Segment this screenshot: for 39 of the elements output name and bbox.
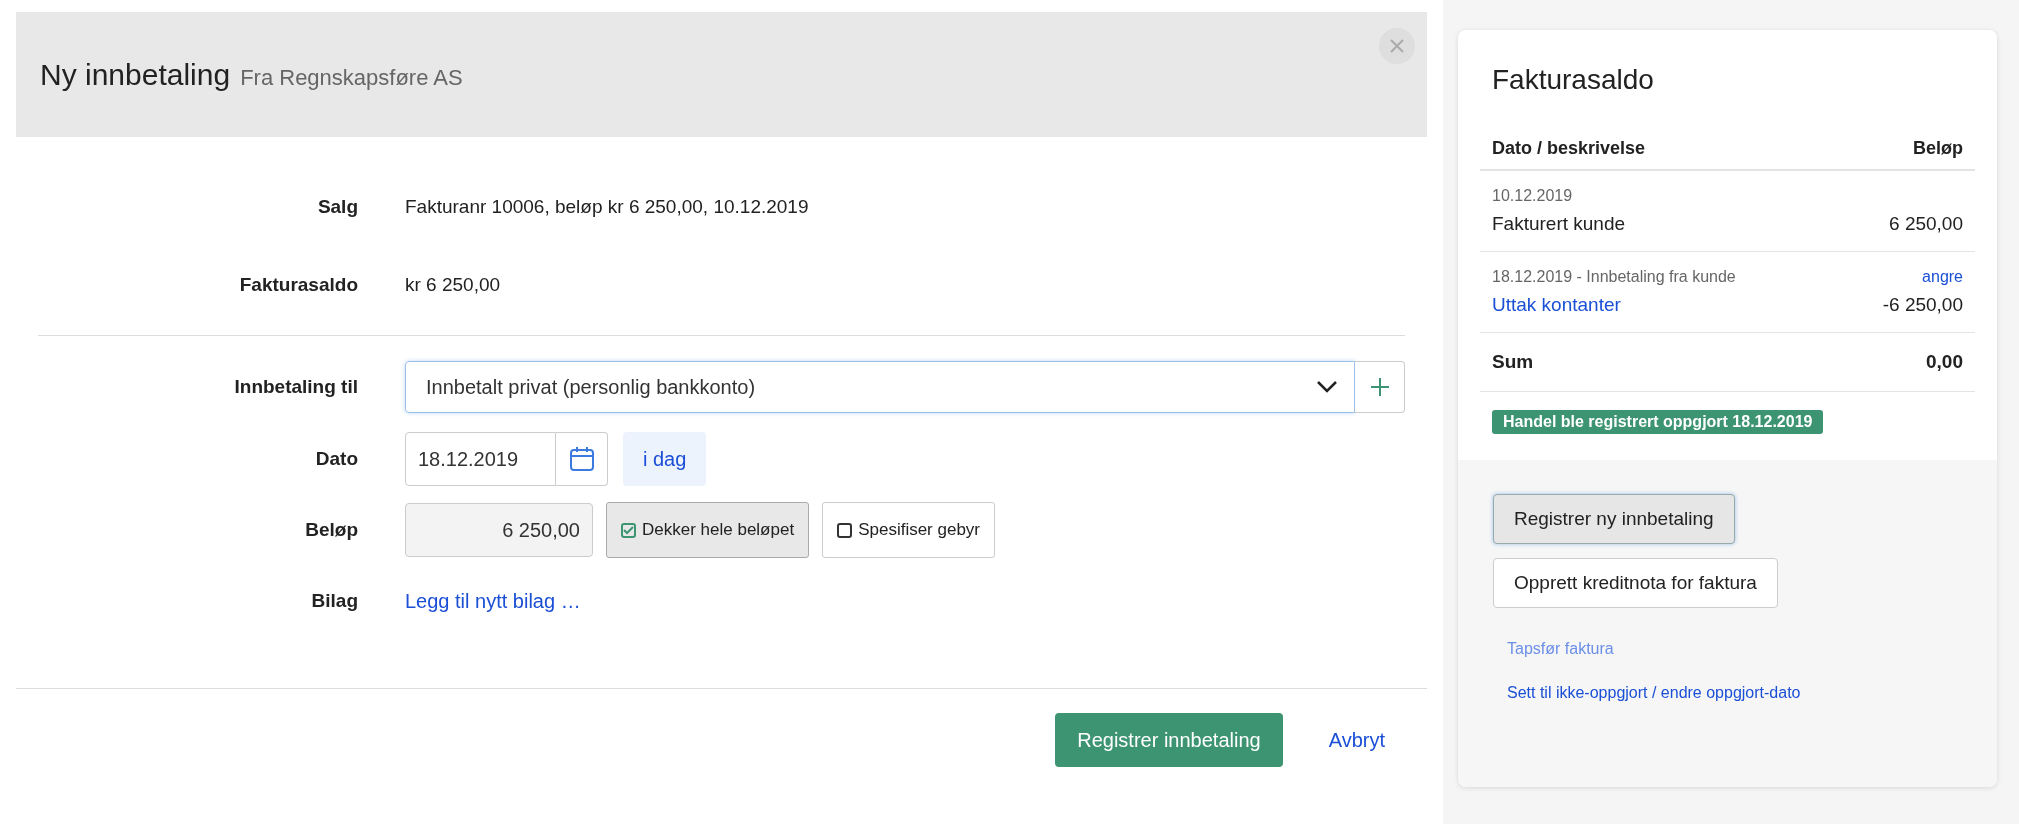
field-value: Fakturanr 10006, beløp kr 6 250,00, 10.12.2019 (405, 196, 810, 218)
field-label: Bilag (310, 590, 358, 612)
add-button[interactable] (1355, 361, 1405, 413)
date-field[interactable]: 18.12.2019 (405, 432, 556, 486)
plus-icon (1369, 377, 1390, 397)
field-label: Salg (316, 196, 358, 218)
entry-description: Fakturert kunde (1492, 213, 1626, 235)
field-label: Beløp (304, 519, 358, 541)
dialog-title: Ny innbetaling (40, 57, 231, 92)
entry-link[interactable]: Uttak kontanter (1492, 294, 1621, 316)
today-button[interactable]: i dag (623, 432, 707, 486)
chevron-down-icon (1316, 380, 1338, 394)
calendar-button[interactable] (556, 432, 608, 486)
cancel-link[interactable]: Avbryt (1328, 728, 1385, 752)
undo-link[interactable]: angre (1922, 268, 1963, 286)
column-header: Dato / beskrivelse (1492, 138, 1646, 159)
entry-amount: 6 250,00 (1889, 213, 1963, 235)
close-icon (1389, 38, 1405, 54)
sum-value: 0,00 (1926, 351, 1963, 373)
entry-meta: 10.12.2019 (1492, 187, 1573, 205)
action-button[interactable]: Registrer ny innbetaling (1493, 494, 1735, 544)
column-header: Beløp (1913, 138, 1963, 159)
status-badge: Handel ble registrert oppgjort 18.12.2019 (1492, 410, 1824, 434)
action-link[interactable]: Sett til ikke-oppgjort / endre oppgjort-dato (1507, 684, 1801, 702)
dialog-subtitle: Fra Regnskapsføre AS (240, 64, 463, 91)
calendar-icon (568, 446, 595, 472)
select-field[interactable]: Innbetalt privat (personlig bankkonto) (405, 361, 1355, 413)
field-label: Innbetaling til (233, 376, 358, 398)
sum-label: Sum (1492, 351, 1534, 373)
entry-meta: 18.12.2019 - Innbetaling fra kunde (1492, 268, 1736, 286)
card-title: Fakturasaldo (1492, 64, 1655, 96)
add-attachment-link[interactable]: Legg til nytt bilag … (405, 589, 581, 613)
action-button[interactable]: Opprett kreditnota for faktura (1493, 558, 1778, 608)
field-label: Dato (314, 448, 358, 470)
entry-amount: -6 250,00 (1882, 294, 1963, 316)
field-label: Fakturasaldo (238, 274, 358, 296)
select-value: Innbetalt privat (personlig bankkonto) (426, 375, 756, 399)
field-value: kr 6 250,00 (405, 274, 502, 296)
submit-button[interactable]: Registrer innbetaling (1055, 713, 1283, 767)
